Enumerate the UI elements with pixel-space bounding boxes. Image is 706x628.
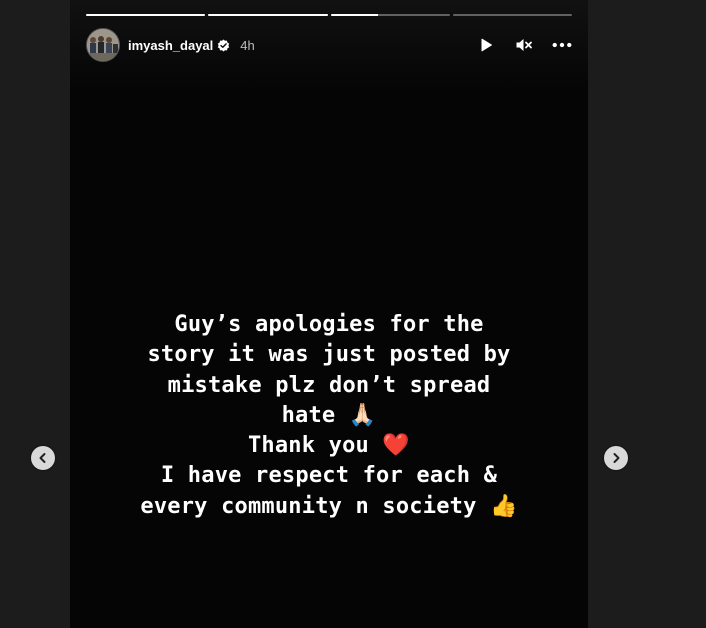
avatar[interactable]	[86, 28, 120, 62]
progress-segment	[86, 14, 206, 16]
story-controls	[476, 35, 572, 55]
caption-line: Guy’s apologies for the	[174, 312, 484, 337]
verified-badge-icon	[217, 39, 230, 52]
more-options-icon	[552, 42, 572, 48]
caption-line: I have respect for each &	[160, 463, 498, 489]
avatar-image	[87, 29, 119, 61]
post-time: 4h	[240, 37, 255, 53]
muted-speaker-icon	[516, 39, 532, 51]
caption-line: mistake plz don’t spread	[167, 372, 491, 398]
progress-fill	[208, 14, 328, 16]
progress-fill	[330, 14, 379, 16]
progress-segment	[452, 14, 572, 16]
progress-fill	[86, 14, 206, 16]
story-viewer: imyash_dayal 4h Guy’s apologies for the …	[0, 0, 706, 628]
next-story-button[interactable]	[604, 446, 628, 470]
chevron-left-icon	[39, 453, 46, 463]
story-progress-bar	[86, 14, 572, 17]
chevron-right-icon	[613, 453, 620, 463]
play-button[interactable]	[476, 35, 496, 55]
story-card[interactable]: imyash_dayal 4h Guy’s apologies for the …	[70, 0, 588, 628]
more-options-button[interactable]	[552, 35, 572, 55]
progress-segment	[330, 14, 450, 16]
story-caption: Guy’s apologies for the story it was jus…	[70, 310, 588, 522]
mute-button[interactable]	[514, 35, 534, 55]
progress-segment	[208, 14, 328, 16]
caption-line: every community n society 👍	[140, 493, 518, 519]
play-icon	[481, 38, 492, 52]
caption-line: story it was just posted by	[147, 342, 511, 368]
previous-story-button[interactable]	[31, 446, 55, 470]
story-header: imyash_dayal 4h	[86, 28, 572, 62]
caption-line: hate 🙏🏻	[281, 402, 377, 428]
username[interactable]: imyash_dayal	[128, 38, 213, 53]
caption-line: Thank you ❤️	[247, 433, 411, 459]
